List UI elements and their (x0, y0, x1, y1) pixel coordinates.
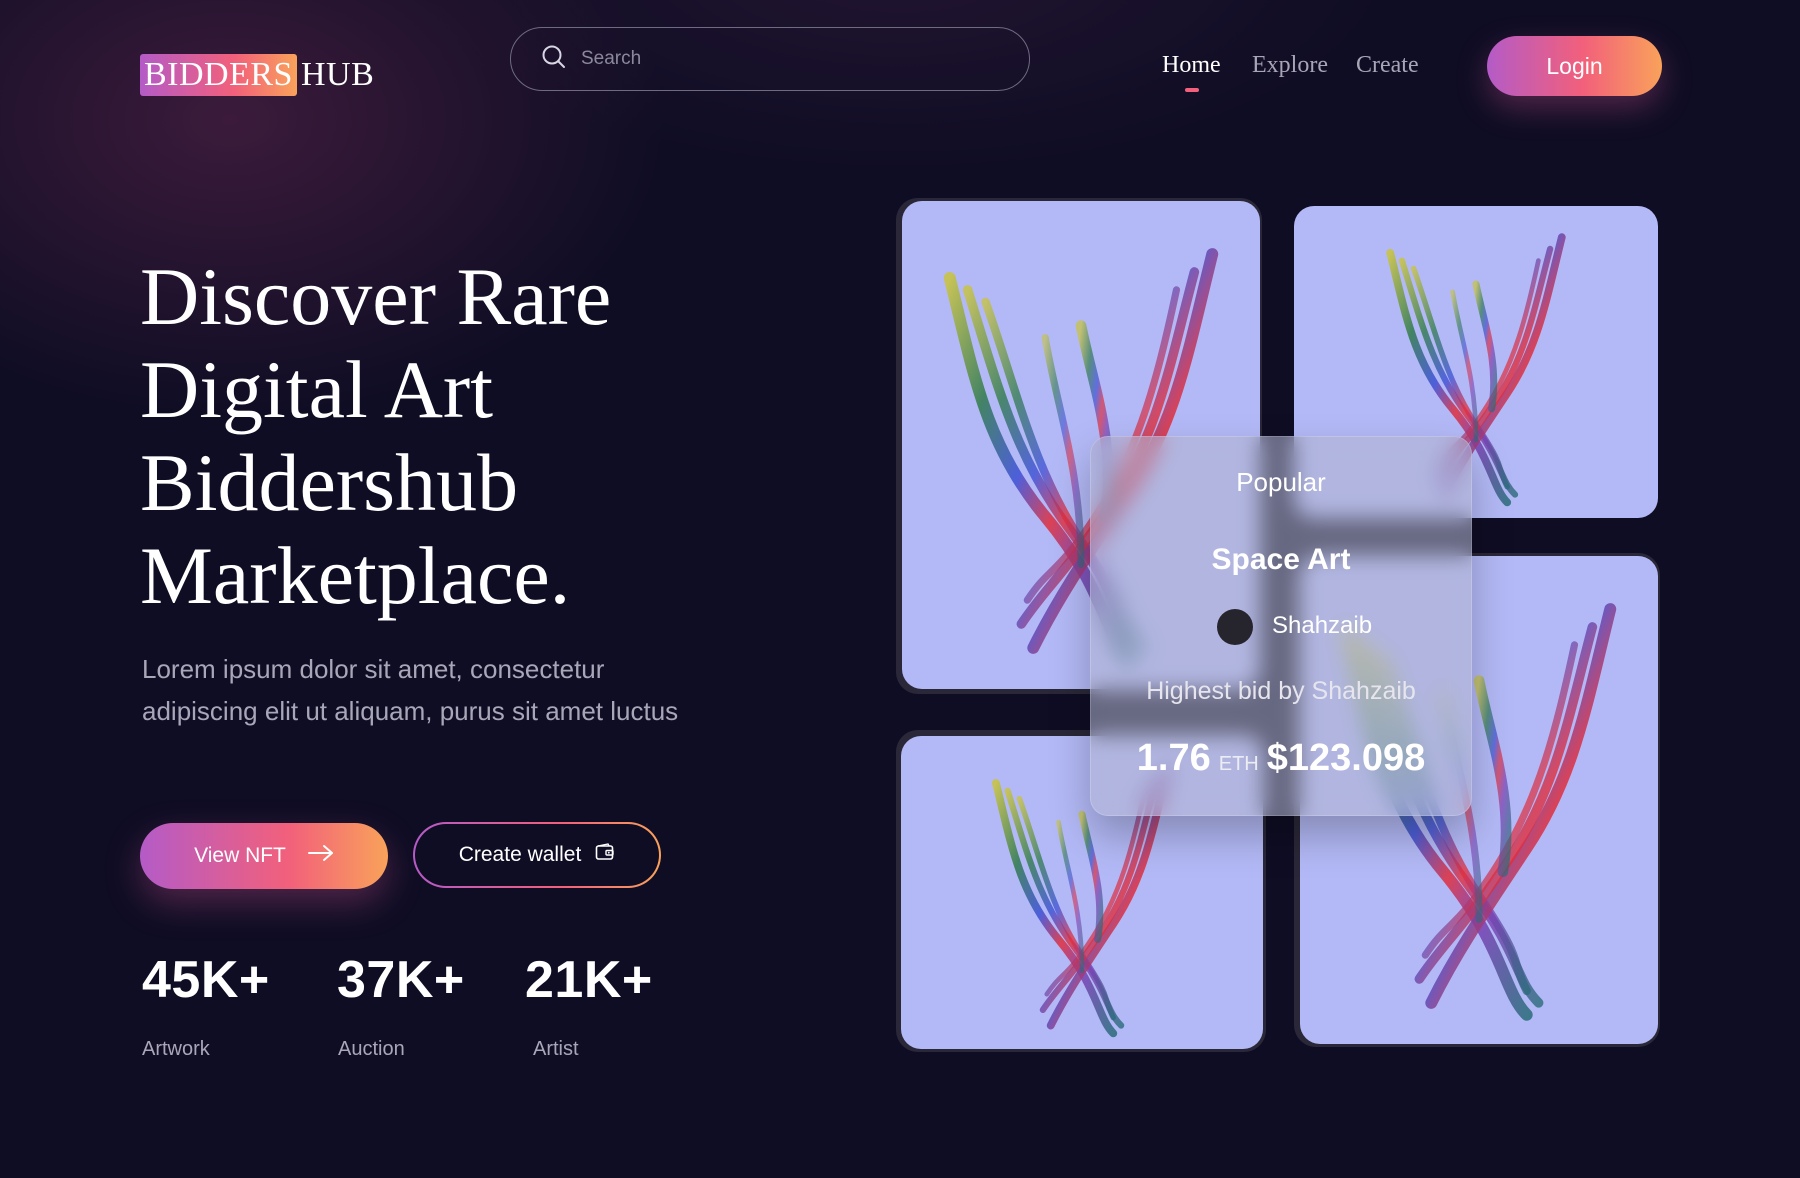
stat-auction-value: 37K+ (337, 951, 465, 1009)
stat-artwork-label: Artwork (142, 1038, 210, 1060)
brand-logo[interactable]: BIDDERS HUB (140, 54, 374, 96)
headline-line: Discover Rare (140, 251, 612, 342)
featured-title: Space Art (1211, 543, 1351, 576)
wallet-icon (595, 843, 615, 867)
create-wallet-button[interactable]: Create wallet (413, 822, 661, 888)
highest-bid-label: Highest bid by Shahzaib (1146, 677, 1416, 705)
author-name[interactable]: Shahzaib (1272, 612, 1372, 640)
headline-line: Marketplace. (140, 530, 571, 621)
arrow-right-icon (307, 844, 334, 868)
stat-artist-value: 21K+ (525, 951, 653, 1009)
popular-tag: Popular (1236, 467, 1326, 497)
logo-highlight: BIDDERS (140, 54, 297, 96)
view-nft-button[interactable]: View NFT (140, 823, 388, 889)
logo-rest: HUB (300, 56, 375, 93)
hero-subtext: Lorem ipsum dolor sit amet, consectetur … (142, 648, 762, 732)
headline-line: Digital Art (140, 344, 494, 435)
price-row: 1.76 ETH $123.098 (1091, 737, 1471, 780)
nav-explore[interactable]: Explore (1252, 52, 1328, 86)
avatar (1217, 609, 1253, 645)
search-icon (541, 44, 567, 75)
nav-active-indicator (1185, 88, 1199, 92)
create-wallet-inner: Create wallet (415, 824, 659, 886)
view-nft-label: View NFT (194, 844, 286, 867)
stat-auction-label: Auction (338, 1038, 405, 1060)
login-button[interactable]: Login (1487, 36, 1662, 96)
price-usd: $123.098 (1266, 737, 1426, 779)
nav-create[interactable]: Create (1356, 52, 1419, 86)
headline-line: Biddershub (140, 437, 519, 528)
subtext-line: Lorem ipsum dolor sit amet, consectetur (142, 654, 605, 684)
price-unit: ETH (1218, 753, 1259, 775)
price-eth: 1.76 (1136, 737, 1211, 779)
nav-home[interactable]: Home (1162, 52, 1221, 86)
subtext-line: adipiscing elit ut aliquam, purus sit am… (142, 696, 679, 726)
hero-headline: Discover Rare Digital Art Biddershub Mar… (140, 250, 780, 622)
search-input[interactable] (579, 47, 983, 71)
search-bar[interactable] (510, 27, 1030, 91)
create-wallet-label: Create wallet (458, 843, 582, 866)
stat-artwork-value: 45K+ (142, 951, 270, 1009)
featured-bid-card[interactable]: Popular Space Art Shahzaib Highest bid b… (1090, 436, 1472, 816)
stat-artist-label: Artist (533, 1038, 579, 1060)
